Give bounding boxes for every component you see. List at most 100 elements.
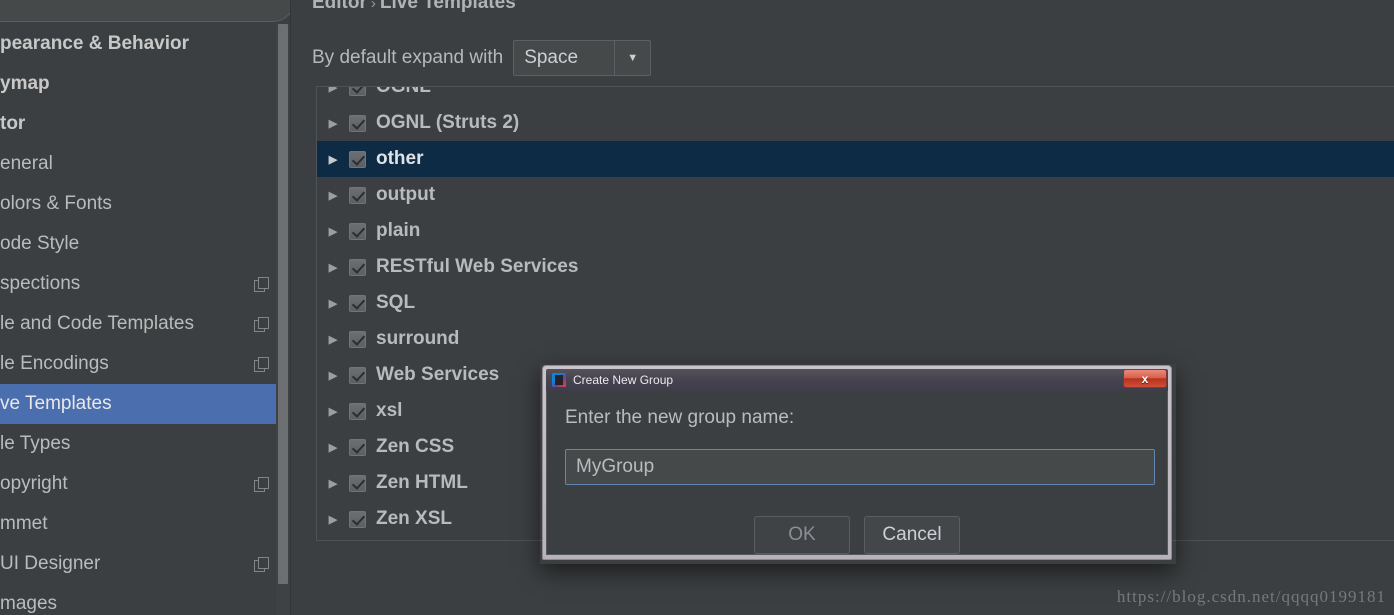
group-name-input[interactable] bbox=[566, 450, 1154, 484]
tree-row[interactable]: ▶ SQL bbox=[317, 285, 1394, 321]
group-name-field[interactable] bbox=[565, 449, 1155, 485]
sidebar-item-pearance-behavior[interactable]: pearance & Behavior bbox=[0, 24, 290, 64]
sidebar-scrollbar-thumb[interactable] bbox=[278, 24, 288, 584]
expand-triangle-icon[interactable]: ▶ bbox=[325, 333, 341, 346]
sidebar-item-eneral[interactable]: eneral bbox=[0, 144, 290, 184]
expand-triangle-icon[interactable]: ▶ bbox=[325, 405, 341, 418]
checkbox-checked-icon[interactable] bbox=[349, 114, 366, 132]
sidebar-item-spections[interactable]: spections bbox=[0, 264, 290, 304]
tree-row-label: OGNL (Struts 2) bbox=[376, 112, 520, 133]
sidebar-item-label: pearance & Behavior bbox=[0, 33, 190, 54]
checkbox-checked-icon[interactable] bbox=[349, 366, 366, 384]
breadcrumb-current: Live Templates bbox=[379, 0, 516, 13]
sidebar-item-mages[interactable]: mages bbox=[0, 584, 290, 615]
copy-settings-icon[interactable] bbox=[254, 317, 269, 332]
sidebar-item-ode-style[interactable]: ode Style bbox=[0, 224, 290, 264]
settings-window: pearance & Behavior ymap tor eneral olors & … bbox=[0, 0, 1394, 615]
sidebar-item-label: le Types bbox=[0, 433, 71, 454]
tree-row[interactable]: ▶ RESTful Web Services bbox=[317, 249, 1394, 285]
expand-triangle-icon[interactable]: ▶ bbox=[325, 477, 341, 490]
breadcrumb-parent[interactable]: Editor bbox=[312, 0, 367, 13]
checkbox-checked-icon[interactable] bbox=[349, 186, 366, 204]
ok-button[interactable]: OK bbox=[754, 516, 850, 554]
expand-with-row: By default expand with Space ▼ bbox=[312, 40, 652, 76]
tree-row[interactable]: ▶ surround bbox=[317, 321, 1394, 357]
tree-row-label: Zen XSL bbox=[376, 508, 453, 529]
sidebar-item-label: UI Designer bbox=[0, 553, 101, 574]
expand-triangle-icon[interactable]: ▶ bbox=[325, 297, 341, 310]
checkbox-checked-icon[interactable] bbox=[349, 330, 366, 348]
expand-triangle-icon[interactable]: ▶ bbox=[325, 117, 341, 130]
tree-row[interactable]: ▶ OGNL (Struts 2) bbox=[317, 105, 1394, 141]
sidebar-item-label: opyright bbox=[0, 473, 68, 494]
checkbox-checked-icon[interactable] bbox=[349, 150, 366, 168]
tree-row-label: plain bbox=[376, 220, 421, 241]
dialog-titlebar[interactable]: Create New Group x bbox=[546, 369, 1168, 391]
checkbox-checked-icon[interactable] bbox=[349, 474, 366, 492]
expand-with-value[interactable]: Space bbox=[514, 41, 614, 75]
chevron-down-icon[interactable]: ▼ bbox=[614, 41, 650, 75]
sidebar-item-label: ymap bbox=[0, 73, 50, 94]
create-new-group-dialog: Create New Group x Enter the new group n… bbox=[542, 365, 1172, 560]
sidebar-item-list: pearance & Behavior ymap tor eneral olors & … bbox=[0, 24, 290, 615]
sidebar-item-le-encodings[interactable]: le Encodings bbox=[0, 344, 290, 384]
expand-triangle-icon[interactable]: ▶ bbox=[325, 189, 341, 202]
expand-triangle-icon[interactable]: ▶ bbox=[325, 153, 341, 166]
checkbox-checked-icon[interactable] bbox=[349, 258, 366, 276]
sidebar-item-label: le and Code Templates bbox=[0, 313, 194, 334]
settings-sidebar: pearance & Behavior ymap tor eneral olors & … bbox=[0, 0, 290, 615]
cancel-button[interactable]: Cancel bbox=[864, 516, 960, 554]
checkbox-checked-icon[interactable] bbox=[349, 294, 366, 312]
sidebar-item-label: tor bbox=[0, 113, 26, 134]
sidebar-item-label: eneral bbox=[0, 153, 53, 174]
sidebar-item-label: le Encodings bbox=[0, 353, 109, 374]
expand-triangle-icon[interactable]: ▶ bbox=[325, 369, 341, 382]
search-input[interactable] bbox=[0, 0, 290, 21]
tree-row-label: Zen HTML bbox=[376, 472, 468, 493]
expand-triangle-icon[interactable]: ▶ bbox=[325, 441, 341, 454]
tree-row-label: output bbox=[376, 184, 436, 205]
sidebar-item-ui-designer[interactable]: UI Designer bbox=[0, 544, 290, 584]
copy-settings-icon[interactable] bbox=[254, 277, 269, 292]
intellij-idea-icon bbox=[552, 373, 566, 387]
watermark-text: https://blog.csdn.net/qqqq0199181 bbox=[1116, 587, 1386, 606]
expand-triangle-icon[interactable]: ▶ bbox=[325, 261, 341, 274]
tree-row[interactable]: ▶ other bbox=[317, 141, 1394, 177]
checkbox-checked-icon[interactable] bbox=[349, 438, 366, 456]
sidebar-item-label: olors & Fonts bbox=[0, 193, 112, 214]
tree-row-label: SQL bbox=[376, 292, 416, 313]
sidebar-item-le-and-code-templates[interactable]: le and Code Templates bbox=[0, 304, 290, 344]
tree-row[interactable]: ▶ OGNL bbox=[317, 87, 1394, 105]
settings-search-box[interactable] bbox=[0, 0, 290, 22]
sidebar-item-mmet[interactable]: mmet bbox=[0, 504, 290, 544]
checkbox-checked-icon[interactable] bbox=[349, 510, 366, 528]
sidebar-item-tor[interactable]: tor bbox=[0, 104, 290, 144]
sidebar-item-ymap[interactable]: ymap bbox=[0, 64, 290, 104]
tree-row-label: xsl bbox=[376, 400, 403, 421]
sidebar-item-olors-fonts[interactable]: olors & Fonts bbox=[0, 184, 290, 224]
sidebar-item-le-types[interactable]: le Types bbox=[0, 424, 290, 464]
expand-with-select[interactable]: Space ▼ bbox=[513, 40, 652, 76]
expand-triangle-icon[interactable]: ▶ bbox=[325, 513, 341, 526]
checkbox-checked-icon[interactable] bbox=[349, 87, 366, 96]
close-icon[interactable]: x bbox=[1123, 369, 1167, 388]
checkbox-checked-icon[interactable] bbox=[349, 402, 366, 420]
copy-settings-icon[interactable] bbox=[254, 477, 269, 492]
sidebar-item-opyright[interactable]: opyright bbox=[0, 464, 290, 504]
sidebar-item-label: ode Style bbox=[0, 233, 80, 254]
tree-row-label: surround bbox=[376, 328, 460, 349]
dialog-button-row: OK Cancel bbox=[547, 516, 1167, 554]
sidebar-scrollbar-track[interactable] bbox=[276, 24, 290, 615]
sidebar-item-label: mages bbox=[0, 593, 58, 614]
tree-row[interactable]: ▶ plain bbox=[317, 213, 1394, 249]
expand-triangle-icon[interactable]: ▶ bbox=[325, 87, 341, 94]
copy-settings-icon[interactable] bbox=[254, 557, 269, 572]
copy-settings-icon[interactable] bbox=[254, 357, 269, 372]
checkbox-checked-icon[interactable] bbox=[349, 222, 366, 240]
expand-triangle-icon[interactable]: ▶ bbox=[325, 225, 341, 238]
sidebar-item-ve-templates[interactable]: ve Templates bbox=[0, 384, 290, 424]
breadcrumb-separator-icon: › bbox=[370, 0, 376, 12]
sidebar-item-label: ve Templates bbox=[0, 393, 112, 414]
tree-row[interactable]: ▶ output bbox=[317, 177, 1394, 213]
breadcrumb: Editor › Live Templates bbox=[312, 0, 516, 14]
